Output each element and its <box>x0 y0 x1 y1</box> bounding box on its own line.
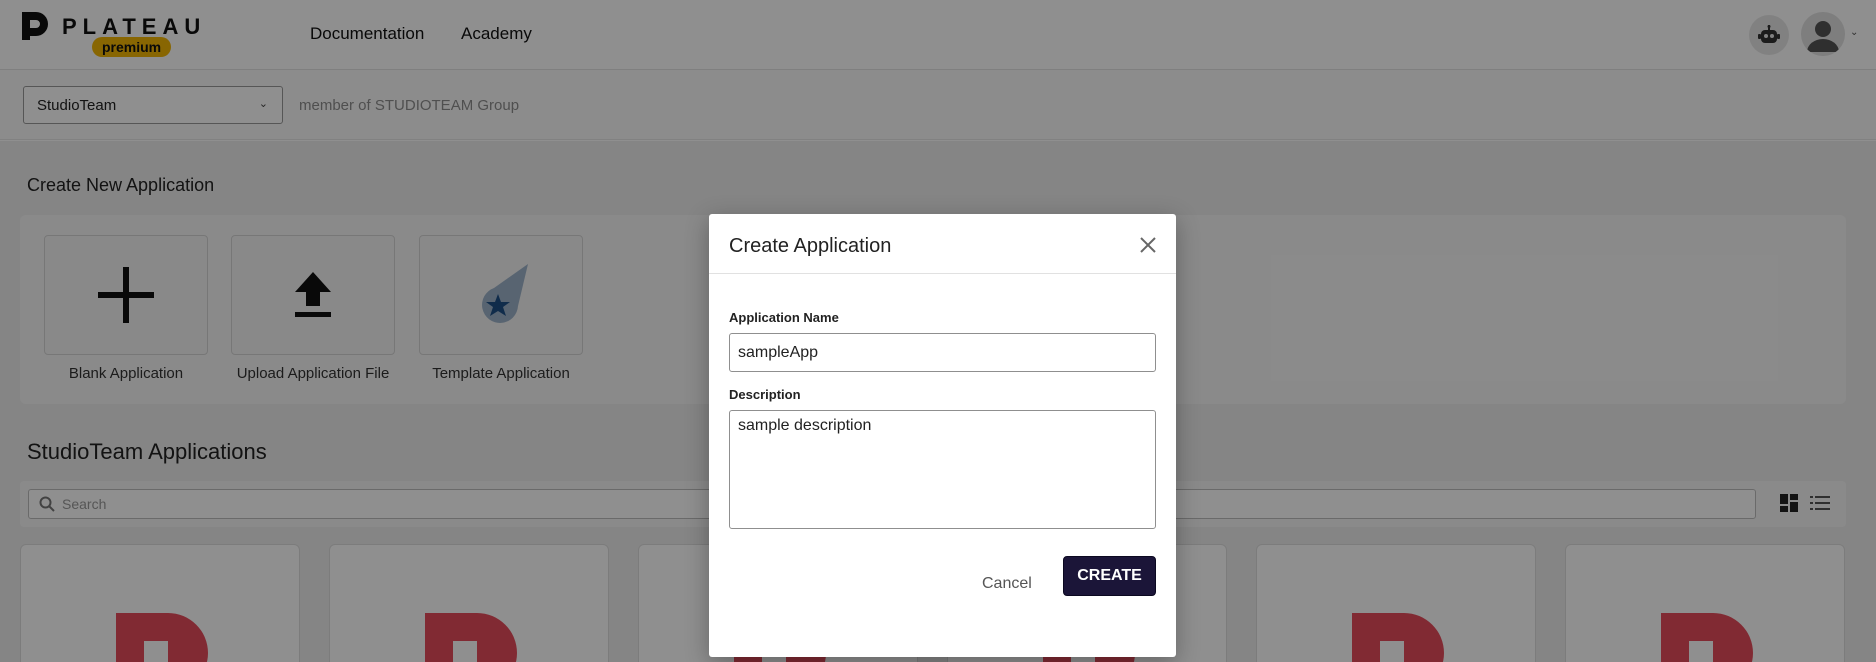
description-label: Description <box>729 387 801 402</box>
cancel-button[interactable]: Cancel <box>982 571 1032 597</box>
create-application-dialog: Create Application Application Name Desc… <box>709 214 1176 657</box>
close-icon[interactable] <box>1139 236 1157 254</box>
description-textarea[interactable]: sample description <box>729 410 1156 529</box>
create-button[interactable]: CREATE <box>1063 556 1156 596</box>
application-name-input[interactable] <box>729 333 1156 372</box>
application-name-label: Application Name <box>729 310 839 325</box>
dialog-header: Create Application <box>709 214 1176 274</box>
dialog-title: Create Application <box>729 235 892 257</box>
